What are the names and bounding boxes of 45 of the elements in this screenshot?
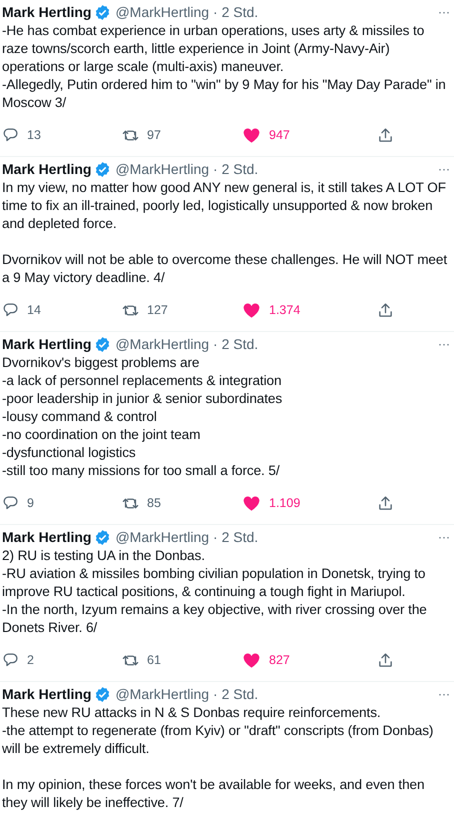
author-name[interactable]: Mark Hertling — [2, 686, 92, 702]
more-button[interactable]: ··· — [438, 162, 450, 176]
reply-icon — [2, 126, 19, 144]
reply-count: 9 — [27, 496, 34, 510]
retweet-count: 97 — [147, 128, 161, 142]
reply-icon — [2, 494, 19, 512]
timestamp[interactable]: · 2 Std. — [213, 4, 258, 20]
share-icon — [377, 652, 394, 668]
timestamp[interactable]: · 2 Std. — [213, 529, 258, 545]
like-count: 947 — [269, 128, 290, 142]
author-name[interactable]: Mark Hertling — [2, 161, 92, 177]
like-count: 827 — [269, 653, 290, 667]
author-name[interactable]: Mark Hertling — [2, 529, 92, 545]
reply-count: 2 — [27, 653, 34, 667]
share-icon — [377, 302, 394, 318]
reply-count: 13 — [27, 128, 41, 142]
reply-count: 14 — [27, 303, 41, 317]
author-handle[interactable]: @MarkHertling — [115, 529, 210, 545]
tweet-text: -He has combat experience in urban operations, uses arty & missiles to raze towns/scorch earth, little experience in Joint (Army-Navy-Air) operations or large scale (multi-axis) maneuver. -Allegedly, Putin ordered him to "win" by 9 May for his "May Day Parade" in Moscow 3/ — [2, 22, 447, 112]
retweet-count: 61 — [147, 653, 161, 667]
tweet-text: In my view, no matter how good ANY new general is, it still takes A LOT OF time to fix an ill-trained, poorly led, logistically unsupported & now broken and depleted force. Dvornikov will not be able to overcome these challenges. He will NOT meet a 9 May victory deadline. 4/ — [2, 179, 448, 287]
more-button[interactable]: ··· — [438, 337, 450, 351]
share-icon — [377, 126, 394, 144]
more-button[interactable]: ··· — [438, 687, 450, 701]
author-name[interactable]: Mark Hertling — [2, 4, 92, 20]
retweet-count: 85 — [147, 496, 161, 510]
author-handle[interactable]: @MarkHertling — [115, 161, 210, 177]
more-button[interactable]: ··· — [438, 5, 450, 19]
reply-icon — [2, 302, 19, 318]
like-count: 1.374 — [269, 303, 300, 317]
retweet-count: 127 — [147, 303, 168, 317]
author-handle[interactable]: @MarkHertling — [115, 336, 210, 352]
timestamp[interactable]: · 2 Std. — [213, 686, 258, 702]
timestamp[interactable]: · 2 Std. — [213, 161, 258, 177]
timestamp[interactable]: · 2 Std. — [213, 336, 258, 352]
author-handle[interactable]: @MarkHertling — [115, 686, 210, 702]
tweet-text: Dvornikov's biggest problems are -a lack of personnel replacements & integration -poor leadership in junior & senior subordinates -lousy command & control -no coordination on the joint team -dysfunctional logistics -still too many missions for too small a force. 5/ — [2, 354, 284, 480]
tweet-text: These new RU attacks in N & S Donbas require reinforcements. -the attempt to regenerate (from Kyiv) or "draft" conscripts (from Donbas) will be extremely difficult. In my opinion, these forces won't be available for weeks, and even then they will likely be ineffective. 7/ — [2, 704, 434, 812]
more-button[interactable]: ··· — [438, 530, 450, 544]
reply-icon — [2, 652, 19, 668]
share-icon — [377, 494, 394, 512]
author-handle[interactable]: @MarkHertling — [115, 4, 210, 20]
tweet-text: 2) RU is testing UA in the Donbas. -RU aviation & missiles bombing civilian population in Donetsk, trying to improve RU tactical positions, & continuing a tough fight in Mariupol. -In the north, Izyum remains a key objective, with river crossing over the Donets River. 6/ — [2, 547, 428, 637]
like-count: 1.109 — [269, 496, 300, 510]
author-name[interactable]: Mark Hertling — [2, 336, 92, 352]
